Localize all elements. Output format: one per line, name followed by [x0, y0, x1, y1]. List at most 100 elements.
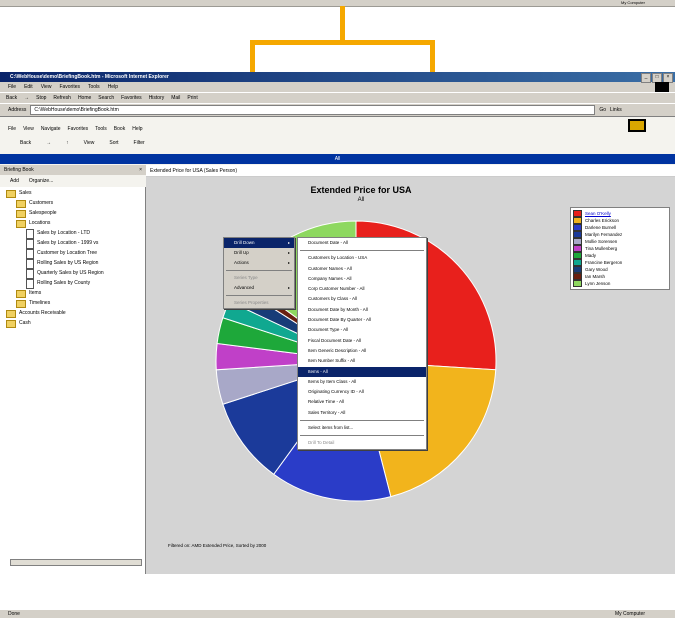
stop-button[interactable]: Stop [36, 93, 46, 103]
submenu-item[interactable]: Fiscal Document Date - All [298, 336, 426, 346]
print-button[interactable]: Print [187, 93, 197, 103]
legend-entry[interactable]: Mady [573, 252, 667, 259]
submenu-item[interactable]: Corp Customer Number - All [298, 284, 426, 294]
submenu-item[interactable]: Document Date - All [298, 238, 426, 248]
menu-file[interactable]: File [8, 82, 16, 92]
app-menu-favorites[interactable]: Favorites [68, 125, 89, 134]
window-title-bar: C:\WebHouse\demo\BriefingBook.htm - Micr… [0, 72, 675, 82]
legend-label: Lynn Jenson [585, 281, 611, 286]
horizontal-scrollbar[interactable] [10, 559, 142, 566]
app-menu-view[interactable]: View [23, 125, 34, 134]
app-view-button[interactable]: View [80, 138, 99, 148]
submenu-item[interactable]: Company Names - All [298, 274, 426, 284]
search-button[interactable]: Search [98, 93, 114, 103]
tree-item[interactable]: Sales by Location - LTD [26, 228, 90, 239]
app-logo-icon [628, 119, 646, 132]
app-sort-button[interactable]: Sort [105, 138, 122, 148]
legend-entry[interactable]: Ian Marsh [573, 273, 667, 280]
tree-item[interactable]: Items [16, 289, 41, 298]
submenu-item[interactable]: Document Date by Month - All [298, 305, 426, 315]
tree-item[interactable]: Sales [6, 189, 32, 198]
legend-swatch [573, 231, 582, 238]
legend-entry[interactable]: Darlene Burnell [573, 224, 667, 231]
app-back-button[interactable]: Back [16, 138, 35, 148]
legend-entry[interactable]: Francine Bergeron [573, 259, 667, 266]
submenu-item[interactable]: Relative Time - All [298, 397, 426, 407]
add-button[interactable]: Add [10, 178, 19, 184]
go-button[interactable]: Go [599, 107, 606, 113]
submenu-item[interactable]: Document Type - All [298, 325, 426, 335]
legend-entry[interactable]: Lynn Jenson [573, 280, 667, 287]
tree-item-label: Salespeople [29, 210, 57, 216]
submenu-item[interactable]: Item Number Suffix - All [298, 356, 426, 366]
legend-entry[interactable]: Marilyn Fernandez [573, 231, 667, 238]
app-menu-file[interactable]: File [8, 125, 16, 134]
menu-tools[interactable]: Tools [88, 82, 100, 92]
favorites-button[interactable]: Favorites [121, 93, 142, 103]
submenu-item[interactable]: Select items from list... [298, 423, 426, 433]
legend-label: Darlene Burnell [585, 225, 617, 230]
legend-label: Francine Bergeron [585, 260, 623, 265]
callout-bracket-bar [250, 40, 435, 45]
tree-item[interactable]: Accounts Receivable [6, 309, 66, 318]
context-menu-item[interactable]: Drill Up ▸ [224, 248, 294, 258]
legend-entry[interactable]: Sean O'Kelly [573, 210, 667, 217]
forward-button[interactable]: → [24, 93, 29, 103]
tree-item[interactable]: Cash [6, 319, 31, 328]
app-menu-book[interactable]: Book [114, 125, 125, 134]
tree-item[interactable]: Customers [16, 199, 53, 208]
tree-item[interactable]: Locations [16, 219, 50, 228]
app-forward-icon[interactable]: → [42, 138, 55, 148]
chart-title: Extended Price for USA [310, 185, 412, 195]
submenu-item[interactable]: Customers by Class - All [298, 294, 426, 304]
tree-item[interactable]: Timelines [16, 299, 50, 308]
tree-item[interactable]: Sales by Location - 1999 vs [26, 238, 98, 249]
document-icon [26, 278, 34, 289]
submenu-item[interactable]: Customer Names - All [298, 264, 426, 274]
tree-item-label: Customers [29, 200, 54, 206]
app-menu-navigate[interactable]: Navigate [41, 125, 61, 134]
ie-logo-icon [655, 82, 669, 92]
links-button[interactable]: Links [610, 107, 622, 113]
tree-item-label: Accounts Receivable [19, 310, 66, 316]
submenu-item[interactable]: Document Date By Quarter - All [298, 315, 426, 325]
folder-icon [16, 209, 26, 218]
tree-item[interactable]: Rolling Sales by County [26, 278, 90, 289]
tree-item[interactable]: Customer by Location Tree [26, 248, 97, 259]
legend-entry[interactable]: Tina Mullenberg [573, 245, 667, 252]
context-menu-item[interactable]: Drill Down ▸ [224, 238, 294, 248]
app-menu-help[interactable]: Help [132, 125, 142, 134]
menu-edit[interactable]: Edit [24, 82, 33, 92]
submenu-item[interactable]: Sales Territory - All [298, 408, 426, 418]
menu-view[interactable]: View [41, 82, 52, 92]
submenu-item[interactable]: Items by Item Class - All [298, 377, 426, 387]
legend-entry[interactable]: Gary Wood [573, 266, 667, 273]
context-menu-item-label: Drill Down [234, 240, 255, 245]
app-up-icon[interactable]: ↑ [62, 138, 73, 148]
app-menu-tools[interactable]: Tools [95, 125, 107, 134]
tree-item[interactable]: Rolling Sales by US Region [26, 258, 98, 269]
app-filter-button[interactable]: Filter [130, 138, 149, 148]
refresh-button[interactable]: Refresh [53, 93, 71, 103]
tree-item[interactable]: Quarterly Sales by US Region [26, 268, 104, 279]
context-menu: Drill Down ▸ Drill Up ▸ Actions ▸ Series Type A… [223, 237, 295, 309]
menu-help[interactable]: Help [108, 82, 118, 92]
context-menu-item[interactable]: Actions ▸ [224, 258, 294, 268]
tree-item[interactable]: Salespeople [16, 209, 57, 218]
window-title: C:\WebHouse\demo\BriefingBook.htm - Micr… [10, 74, 169, 80]
submenu-item[interactable]: Item Generic Description - All [298, 346, 426, 356]
context-menu-item[interactable]: Advanced ▸ [224, 283, 294, 293]
menu-favorites[interactable]: Favorites [59, 82, 80, 92]
legend-entry[interactable]: Charles Erickson [573, 217, 667, 224]
close-pane-button[interactable]: × [139, 165, 142, 175]
address-input[interactable]: C:\WebHouse\demo\BriefingBook.htm [30, 104, 596, 115]
back-button[interactable]: Back [6, 93, 17, 103]
submenu-item[interactable]: Items - All [298, 366, 426, 377]
submenu-item[interactable]: Originating Currency ID - All [298, 387, 426, 397]
legend-entry[interactable]: Mollie Sorensen [573, 238, 667, 245]
mail-button[interactable]: Mail [171, 93, 180, 103]
organize-button[interactable]: Organize... [29, 178, 53, 184]
history-button[interactable]: History [149, 93, 165, 103]
submenu-item[interactable]: Customers by Location - USA [298, 253, 426, 263]
home-button[interactable]: Home [78, 93, 91, 103]
